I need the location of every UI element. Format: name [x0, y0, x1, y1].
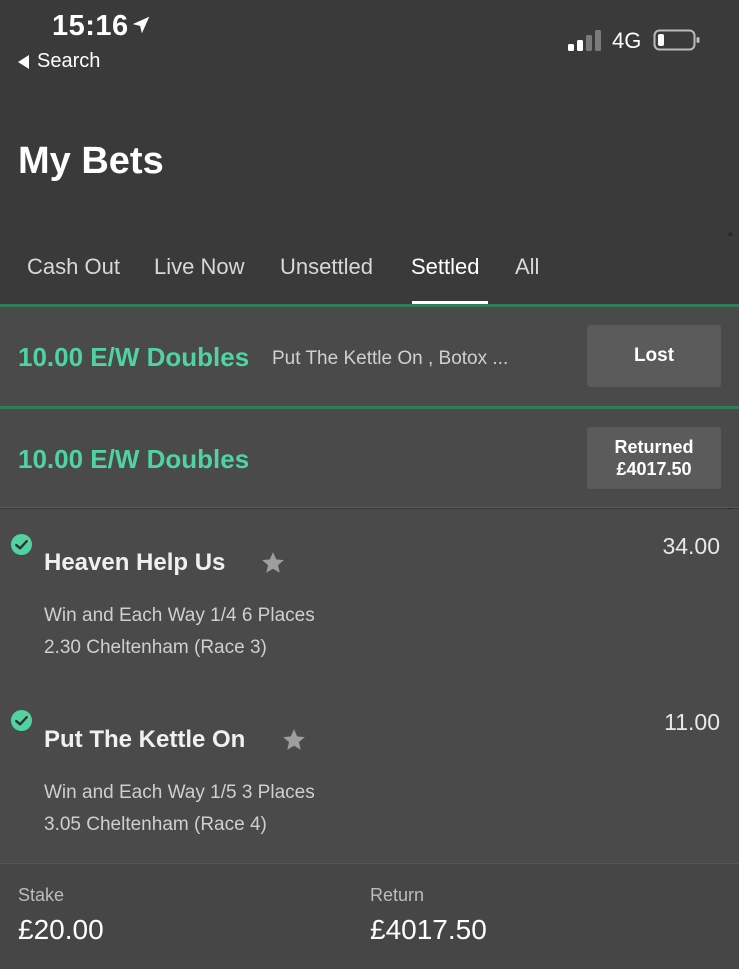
check-circle-icon	[10, 533, 33, 556]
favourite-star-icon[interactable]	[281, 727, 307, 753]
tab-all[interactable]: All	[515, 254, 539, 280]
selection-odds: 11.00	[664, 709, 720, 735]
status-bar: 15:16 Search 4G	[0, 0, 739, 80]
selection-market: Win and Each Way 1/4 6 Places	[44, 605, 315, 626]
bet-description: Put The Kettle On , Botox ...	[272, 348, 509, 369]
selection-market: Win and Each Way 1/5 3 Places	[44, 782, 315, 803]
battery-icon	[653, 29, 700, 51]
status-badge-returned: Returned £4017.50	[587, 427, 721, 489]
status-badge-lost: Lost	[587, 325, 721, 387]
bet-title: 10.00 E/W Doubles	[18, 342, 250, 372]
bet-row-returned[interactable]: 10.00 E/W Doubles Returned £4017.50	[0, 409, 739, 508]
bet-totals: Stake £20.00 Return £4017.50	[0, 863, 739, 969]
tab-cash-out[interactable]: Cash Out	[27, 254, 120, 280]
back-label: Search	[37, 50, 101, 72]
bet-tabs: Cash Out Live Now Unsettled Settled All	[0, 236, 739, 305]
page-title: My Bets	[18, 140, 164, 182]
check-circle-icon	[10, 709, 33, 732]
selection-race: 2.30 Cheltenham (Race 3)	[44, 637, 267, 658]
my-bets-screen: 15:16 Search 4G My Bets Cash Out Live No…	[0, 0, 739, 969]
return-label: Return	[370, 885, 425, 905]
bet-row-lost[interactable]: 10.00 E/W Doubles Put The Kettle On , Bo…	[0, 307, 739, 406]
selection-odds: 34.00	[662, 533, 720, 559]
returned-amount: £4017.50	[616, 459, 692, 479]
favourite-star-icon[interactable]	[260, 550, 286, 576]
tab-unsettled[interactable]: Unsettled	[280, 254, 373, 280]
location-arrow-icon	[132, 16, 150, 34]
returned-label: Returned	[614, 437, 694, 457]
tab-live-now[interactable]: Live Now	[154, 254, 244, 280]
return-value: £4017.50	[370, 914, 487, 945]
back-triangle-icon	[18, 54, 29, 69]
signal-icon	[568, 30, 601, 51]
status-time: 15:16	[52, 10, 129, 42]
selection-name: Heaven Help Us	[44, 549, 226, 576]
network-type: 4G	[612, 28, 642, 53]
bet-title: 10.00 E/W Doubles	[18, 444, 250, 474]
tab-settled[interactable]: Settled	[411, 254, 480, 280]
stake-value: £20.00	[18, 914, 104, 945]
stake-label: Stake	[18, 885, 65, 905]
bet-selections: Heaven Help Us 34.00 Win and Each Way 1/…	[0, 509, 739, 863]
selection-name: Put The Kettle On	[44, 726, 246, 753]
back-to-search-link[interactable]: Search	[18, 50, 100, 73]
selection-race: 3.05 Cheltenham (Race 4)	[44, 814, 267, 835]
